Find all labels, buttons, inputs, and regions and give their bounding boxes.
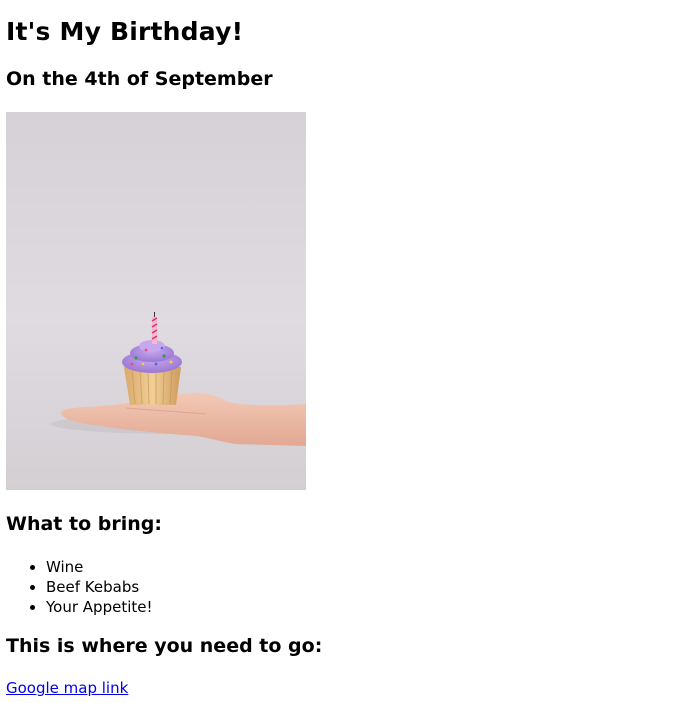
cupcake-photo [6,112,306,490]
event-date-subheading: On the 4th of September [6,68,273,90]
where-to-go-heading: This is where you need to go: [6,635,323,657]
page-title: It's My Birthday! [6,17,244,46]
what-to-bring-heading: What to bring: [6,513,162,535]
bring-list: Wine Beef Kebabs Your Appetite! [6,557,153,617]
google-map-link[interactable]: Google map link [6,679,128,697]
list-item: Your Appetite! [46,597,153,617]
list-item: Beef Kebabs [46,577,153,597]
list-item: Wine [46,557,153,577]
